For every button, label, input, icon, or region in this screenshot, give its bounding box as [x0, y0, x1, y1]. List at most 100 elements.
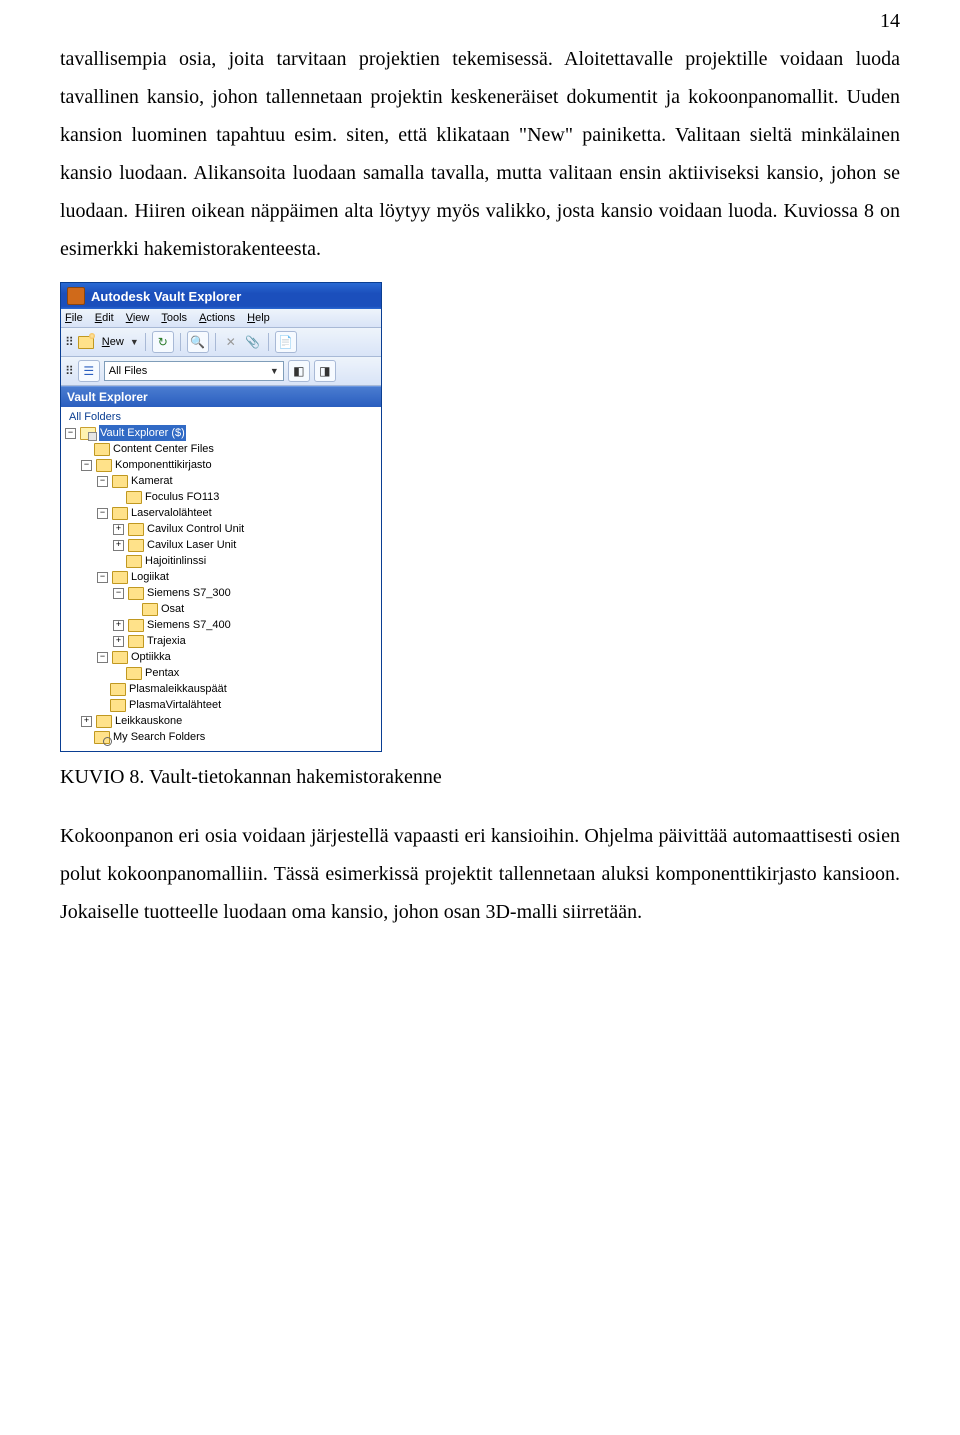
tree-label: Foculus FO113 [145, 489, 219, 505]
menu-view[interactable]: View [126, 312, 150, 324]
add-file-button[interactable]: 📄 [275, 331, 297, 353]
tree-node[interactable]: My Search Folders [79, 729, 379, 745]
tree-node[interactable]: − Optiikka [95, 649, 379, 665]
filter-combo[interactable]: All Files ▼ [104, 361, 284, 381]
folder-icon [96, 715, 112, 728]
folder-icon [128, 635, 144, 648]
panel-button-2[interactable]: ◨ [314, 360, 336, 382]
tree-node[interactable]: +Trajexia [111, 633, 379, 649]
menu-edit[interactable]: Edit [95, 312, 114, 324]
tree-node[interactable]: Foculus FO113 [111, 489, 379, 505]
tree-node[interactable]: + Cavilux Control Unit [111, 521, 379, 537]
folder-icon [110, 683, 126, 696]
attach-button[interactable]: 📎 [244, 332, 262, 352]
separator [215, 333, 216, 351]
expand-toggle[interactable]: + [113, 524, 124, 535]
folder-icon [112, 507, 128, 520]
tree-node[interactable]: Plasmaleikkauspäät [95, 681, 379, 697]
separator [268, 333, 269, 351]
list-view-icon: ☰ [83, 364, 94, 378]
tree-label: Optiikka [131, 649, 171, 665]
delete-button[interactable]: ✕ [222, 332, 240, 352]
expand-toggle[interactable]: + [113, 540, 124, 551]
pane-header: Vault Explorer [61, 386, 381, 407]
tree-node[interactable]: − Kamerat [95, 473, 379, 489]
tree-node[interactable]: Pentax [111, 665, 379, 681]
refresh-icon: ↻ [158, 335, 168, 349]
panel-button-1[interactable]: ◧ [288, 360, 310, 382]
expand-toggle[interactable]: + [113, 620, 124, 631]
tree-node[interactable]: + Leikkauskone [79, 713, 379, 729]
expand-toggle[interactable]: + [113, 636, 124, 647]
tree-label: Logiikat [131, 569, 169, 585]
folder-icon [126, 491, 142, 504]
toolbar-row-2: ⠿ ☰ All Files ▼ ◧ ◨ [61, 357, 381, 386]
tree-node[interactable]: −Komponenttikirjasto [79, 457, 379, 473]
refresh-button[interactable]: ↻ [152, 331, 174, 353]
filter-value: All Files [109, 365, 148, 377]
window-titlebar: Autodesk Vault Explorer [61, 283, 381, 309]
tree-node[interactable]: PlasmaVirtalähteet [95, 697, 379, 713]
tree-node[interactable]: + Cavilux Laser Unit [111, 537, 379, 553]
collapse-toggle[interactable]: − [97, 572, 108, 583]
folder-icon [96, 459, 112, 472]
tree-node[interactable]: +Siemens S7_400 [111, 617, 379, 633]
folder-icon [112, 571, 128, 584]
menu-actions[interactable]: Actions [199, 312, 235, 324]
collapse-toggle[interactable]: − [113, 588, 124, 599]
folder-icon [128, 523, 144, 536]
tree-node[interactable]: Hajoitinlinssi [111, 553, 379, 569]
folder-icon [110, 699, 126, 712]
tree-label: Laservalolähteet [131, 505, 212, 521]
delete-icon: ✕ [226, 335, 236, 349]
tree-label: Osat [161, 601, 184, 617]
folder-icon [128, 539, 144, 552]
collapse-toggle[interactable]: − [97, 508, 108, 519]
tree-label: Content Center Files [113, 441, 214, 457]
paragraph-1: tavallisempia osia, joita tarvitaan proj… [60, 40, 900, 268]
tree-label: My Search Folders [113, 729, 205, 745]
collapse-toggle[interactable]: − [97, 476, 108, 487]
chevron-down-icon: ▼ [270, 366, 279, 376]
view-mode-button[interactable]: ☰ [78, 360, 100, 382]
vault-icon [80, 427, 96, 440]
new-dropdown-caret[interactable]: ▼ [130, 337, 139, 347]
menu-tools[interactable]: Tools [161, 312, 187, 324]
grip-icon: ⠿ [65, 364, 74, 378]
grip-icon: ⠿ [65, 335, 74, 349]
menubar: File Edit View Tools Actions Help [61, 309, 381, 328]
tree-label: Hajoitinlinssi [145, 553, 206, 569]
new-folder-icon [78, 336, 94, 349]
tree-label: Kamerat [131, 473, 173, 489]
tree-label: PlasmaVirtalähteet [129, 697, 221, 713]
toolbar-row-1: ⠿ New ▼ ↻ 🔍 ✕ 📎 📄 [61, 328, 381, 357]
panel-icon: ◨ [319, 364, 330, 378]
search-icon: 🔍 [190, 335, 205, 349]
tree-root-row[interactable]: − Vault Explorer ($) [63, 425, 379, 441]
tree-label: Cavilux Control Unit [147, 521, 244, 537]
collapse-toggle[interactable]: − [65, 428, 76, 439]
paperclip-icon: 📎 [245, 335, 260, 349]
tree-node[interactable]: Content Center Files [79, 441, 379, 457]
tree-node[interactable]: − Laservalolähteet [95, 505, 379, 521]
tree-label: Leikkauskone [115, 713, 182, 729]
window-title: Autodesk Vault Explorer [91, 289, 241, 304]
tree-root-label: Vault Explorer ($) [99, 425, 186, 441]
folder-icon [112, 651, 128, 664]
tree-node[interactable]: −Siemens S7_300 [111, 585, 379, 601]
menu-file[interactable]: File [65, 312, 83, 324]
find-button[interactable]: 🔍 [187, 331, 209, 353]
menu-help[interactable]: Help [247, 312, 270, 324]
tree-node[interactable]: − Logiikat [95, 569, 379, 585]
tree-label: Cavilux Laser Unit [147, 537, 236, 553]
search-folder-icon [94, 731, 110, 744]
folder-tree-panel: All Folders − Vault Explorer ($) Content… [61, 407, 381, 751]
expand-toggle[interactable]: + [81, 716, 92, 727]
new-button[interactable]: New [102, 336, 124, 348]
app-icon [67, 287, 85, 305]
collapse-toggle[interactable]: − [81, 460, 92, 471]
tree-node[interactable]: Osat [127, 601, 379, 617]
page-number: 14 [880, 10, 900, 33]
tree-label: Pentax [145, 665, 179, 681]
collapse-toggle[interactable]: − [97, 652, 108, 663]
